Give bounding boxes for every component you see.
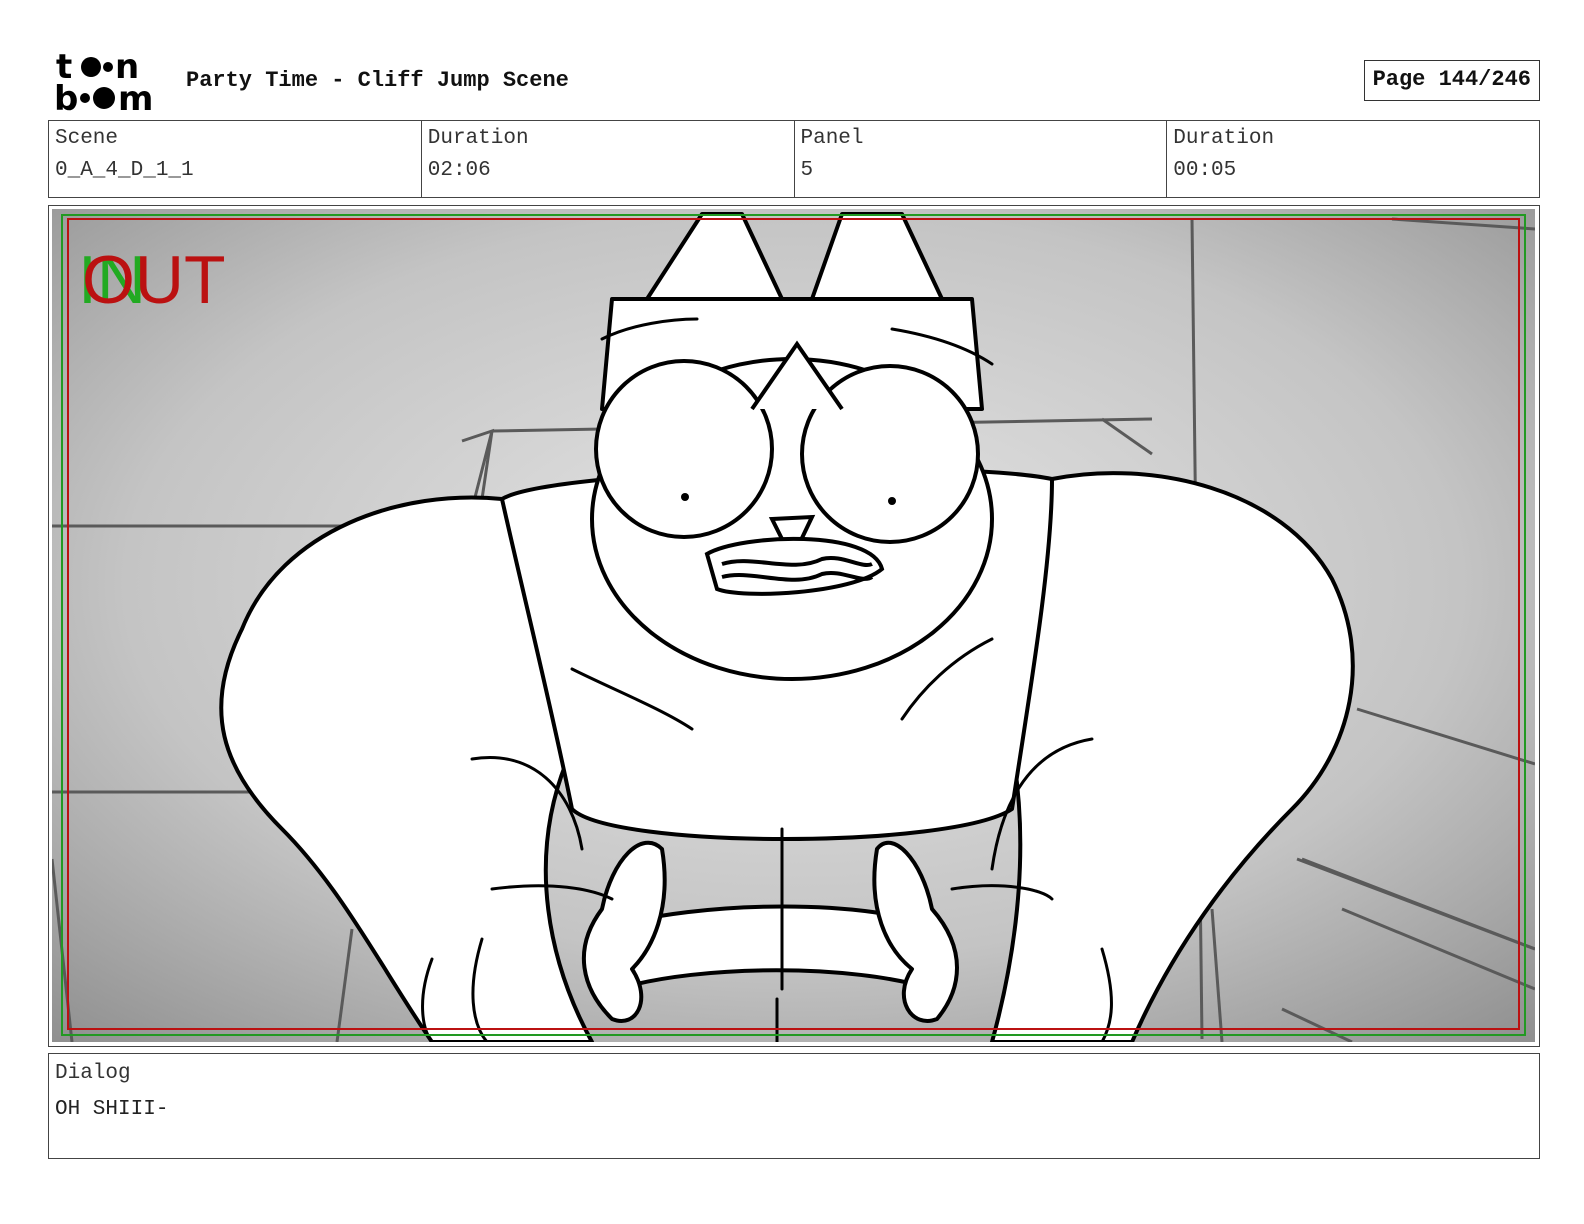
panel-label: Panel: [800, 127, 864, 150]
scene-value: 0_A_4_D_1_1: [55, 159, 194, 182]
svg-text:b: b: [54, 79, 78, 114]
panel-duration-label: Duration: [1173, 127, 1275, 150]
scene-cell: Scene 0_A_4_D_1_1: [49, 121, 422, 197]
scene-info-table: Scene 0_A_4_D_1_1 Duration 02:06 Panel 5…: [48, 120, 1540, 198]
panel-cell: Panel 5: [795, 121, 1168, 197]
panel-value: 5: [800, 159, 814, 182]
scene-duration-value: 02:06: [427, 159, 491, 182]
scene-duration-label: Duration: [427, 127, 529, 150]
dialog-label: Dialog: [55, 1062, 131, 1085]
storyboard-panel: IN OUT: [48, 205, 1540, 1047]
svg-text:m: m: [118, 79, 153, 114]
page-number: Page 144/246: [1363, 60, 1540, 101]
toon-boom-logo: t n b m: [52, 47, 170, 119]
page-header: t n b m Party Time - Cliff Jump Scene Pa…: [48, 47, 1540, 119]
dialog-box: Dialog OH SHIII-: [48, 1053, 1540, 1159]
panel-duration-cell: Duration 00:05: [1167, 121, 1539, 197]
document-title: Party Time - Cliff Jump Scene: [186, 68, 569, 93]
panel-duration-value: 00:05: [1173, 159, 1237, 182]
out-marker: OUT: [82, 242, 226, 318]
dialog-text: OH SHIII-: [55, 1098, 169, 1121]
scene-duration-cell: Duration 02:06: [422, 121, 795, 197]
scene-label: Scene: [55, 127, 119, 150]
panel-drawing: IN OUT: [52, 209, 1535, 1042]
